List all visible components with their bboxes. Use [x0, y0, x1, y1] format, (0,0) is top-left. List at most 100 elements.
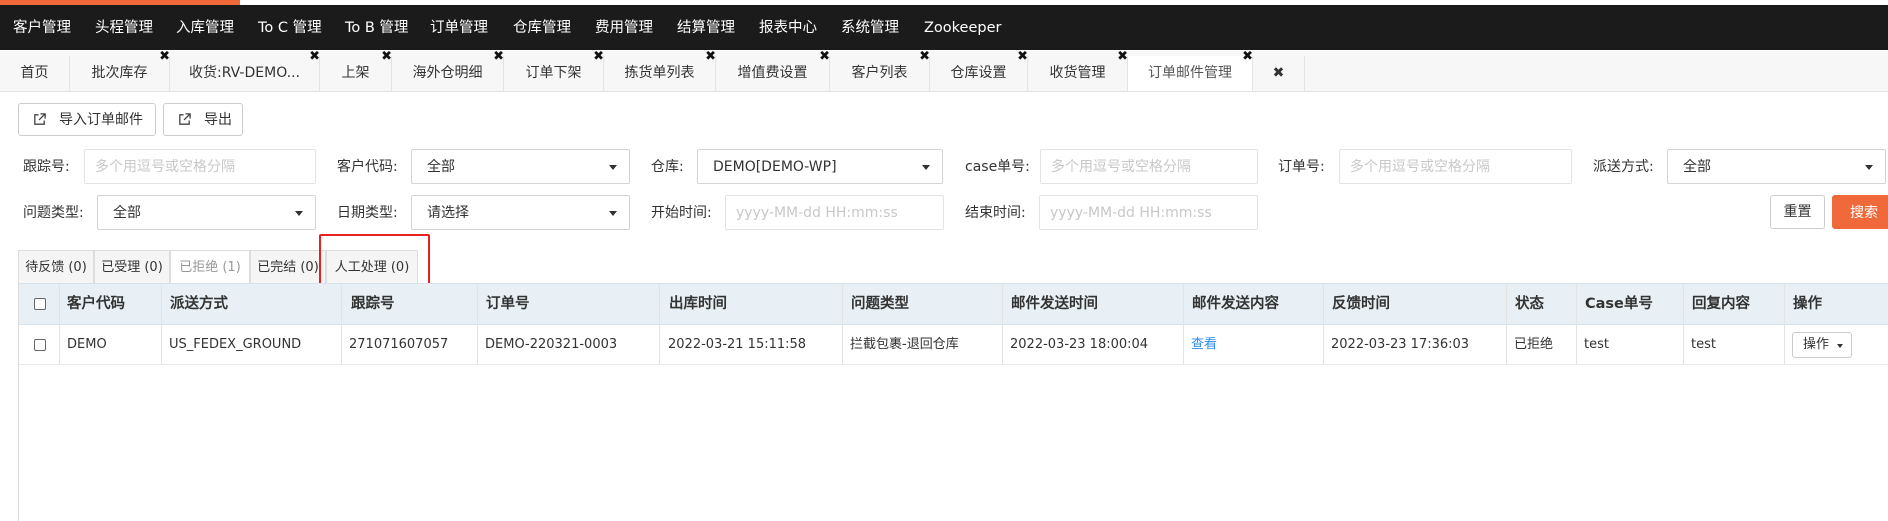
close-icon[interactable]: ✖: [159, 46, 170, 68]
action-label: 操作: [1803, 337, 1830, 352]
close-icon[interactable]: ✖: [309, 46, 320, 68]
tab-customer-list[interactable]: 客户列表 ✖: [830, 49, 930, 91]
tab-receiving-rv-demo[interactable]: 收货:RV-DEMO... ✖: [170, 49, 320, 91]
nav-item-to-c[interactable]: To C 管理: [258, 5, 322, 50]
tracking-label: 跟踪号:: [23, 159, 70, 175]
nav-item-orders[interactable]: 订单管理: [430, 5, 488, 50]
nav-item-inbound[interactable]: 入库管理: [176, 5, 234, 50]
row-checkbox[interactable]: [34, 339, 46, 351]
search-button[interactable]: 搜索: [1832, 195, 1888, 229]
status-tab-accepted[interactable]: 已受理 (0): [94, 250, 170, 283]
column-header: 操作: [1793, 296, 1822, 312]
close-icon[interactable]: ✖: [819, 46, 830, 68]
customer-code-select[interactable]: 全部: [411, 149, 630, 184]
cell-reply: test: [1691, 337, 1716, 352]
tab-value-added-fee-settings[interactable]: 增值费设置 ✖: [716, 49, 830, 91]
nav-item-warehouse[interactable]: 仓库管理: [513, 5, 571, 50]
cell-order-no: DEMO-220321-0003: [485, 337, 618, 352]
status-tab-completed[interactable]: 已完结 (0): [250, 250, 326, 283]
tab-receiving-management[interactable]: 收货管理 ✖: [1028, 49, 1128, 91]
close-icon[interactable]: ✖: [381, 46, 392, 68]
status-tab-rejected[interactable]: 已拒绝 (1): [170, 250, 250, 283]
email-table: 客户代码 派送方式 跟踪号 订单号 出库时间 问题类型 邮件发送时间 邮件发送内…: [18, 283, 1888, 521]
start-time-input[interactable]: [725, 195, 944, 230]
nav-item-settlement[interactable]: 结算管理: [677, 5, 735, 50]
date-type-value: 请选择: [427, 205, 469, 221]
external-link-icon: [179, 113, 191, 125]
tab-label: 仓库设置: [950, 65, 1007, 81]
tab-order-pick-down[interactable]: 订单下架 ✖: [504, 49, 604, 91]
tab-overseas-warehouse-detail[interactable]: 海外仓明细 ✖: [392, 49, 504, 91]
warehouse-label: 仓库:: [651, 159, 684, 175]
close-icon[interactable]: ✖: [705, 46, 716, 68]
order-no-label: 订单号:: [1278, 159, 1325, 175]
column-header: 派送方式: [170, 296, 228, 312]
caret-down-icon: [922, 165, 930, 170]
row-action-dropdown[interactable]: 操作: [1792, 332, 1852, 358]
tab-label: 批次库存: [91, 65, 148, 81]
issue-type-label: 问题类型:: [23, 205, 84, 221]
issue-type-select[interactable]: 全部: [97, 195, 316, 230]
close-icon[interactable]: ✖: [1117, 46, 1128, 68]
tab-home[interactable]: 首页: [0, 56, 70, 91]
view-mail-content-link[interactable]: 查看: [1191, 325, 1217, 364]
column-header: 反馈时间: [1332, 296, 1390, 312]
column-header: 邮件发送内容: [1192, 296, 1279, 312]
ship-method-select[interactable]: 全部: [1667, 149, 1886, 184]
tab-batch-inventory[interactable]: 批次库存 ✖: [70, 49, 170, 91]
nav-item-zookeeper[interactable]: Zookeeper: [924, 5, 1001, 50]
nav-item-fees[interactable]: 费用管理: [595, 5, 653, 50]
close-all-tabs-button[interactable]: ✖: [1253, 56, 1305, 91]
tab-label: 首页: [20, 65, 49, 81]
nav-item-system[interactable]: 系统管理: [841, 5, 899, 50]
nav-item-first-leg[interactable]: 头程管理: [95, 5, 153, 50]
ship-method-label: 派送方式:: [1593, 159, 1654, 175]
select-all-checkbox[interactable]: [34, 298, 46, 310]
tab-label: 订单邮件管理: [1148, 65, 1232, 81]
end-time-input[interactable]: [1039, 195, 1258, 230]
status-tab-manual-processing[interactable]: 人工处理 (0): [326, 250, 418, 283]
close-icon[interactable]: ✖: [593, 46, 604, 68]
customer-code-label: 客户代码:: [337, 159, 398, 175]
tab-label: 增值费设置: [737, 65, 808, 81]
nav-item-to-b[interactable]: To B 管理: [345, 5, 408, 50]
column-header: 跟踪号: [351, 296, 395, 312]
cell-mail-time: 2022-03-23 18:00:04: [1010, 337, 1149, 352]
tab-putaway[interactable]: 上架 ✖: [320, 49, 392, 91]
cell-status: 已拒绝: [1514, 337, 1554, 352]
export-button[interactable]: 导出: [163, 103, 243, 136]
tracking-input[interactable]: [84, 149, 316, 184]
close-icon[interactable]: ✖: [919, 46, 930, 68]
caret-down-icon: [1865, 165, 1873, 170]
tab-label: 订单下架: [525, 65, 582, 81]
close-icon[interactable]: ✖: [493, 46, 504, 68]
reset-button[interactable]: 重置: [1770, 195, 1825, 229]
tab-warehouse-settings[interactable]: 仓库设置 ✖: [930, 49, 1028, 91]
column-header: Case单号: [1585, 296, 1653, 312]
tab-order-email-management[interactable]: 订单邮件管理 ✖: [1128, 49, 1253, 91]
caret-down-icon: [609, 211, 617, 216]
close-icon: ✖: [1272, 65, 1285, 81]
column-header: 出库时间: [669, 296, 727, 312]
warehouse-select[interactable]: DEMO[DEMO-WP]: [697, 149, 943, 184]
nav-item-reports[interactable]: 报表中心: [759, 5, 817, 50]
table-row: DEMO US_FEDEX_GROUND 271071607057 DEMO-2…: [19, 325, 1888, 365]
close-icon[interactable]: ✖: [1242, 46, 1253, 68]
issue-type-value: 全部: [113, 205, 141, 221]
tab-picking-list[interactable]: 拣货单列表 ✖: [604, 49, 716, 91]
column-header: 邮件发送时间: [1011, 296, 1098, 312]
close-icon[interactable]: ✖: [1017, 46, 1028, 68]
date-type-label: 日期类型:: [337, 205, 398, 221]
date-type-select[interactable]: 请选择: [411, 195, 630, 230]
case-no-label: case单号:: [965, 159, 1030, 175]
status-tab-pending-feedback[interactable]: 待反馈 (0): [18, 250, 94, 283]
column-header: 回复内容: [1692, 296, 1750, 312]
order-no-input[interactable]: [1339, 149, 1572, 184]
nav-item-customer[interactable]: 客户管理: [13, 5, 71, 50]
column-header: 状态: [1515, 296, 1544, 312]
cell-ship-method: US_FEDEX_GROUND: [169, 337, 302, 352]
end-time-label: 结束时间:: [965, 205, 1026, 221]
import-label: 导入订单邮件: [59, 112, 143, 128]
import-order-email-button[interactable]: 导入订单邮件: [18, 103, 156, 136]
case-no-input[interactable]: [1040, 149, 1258, 184]
